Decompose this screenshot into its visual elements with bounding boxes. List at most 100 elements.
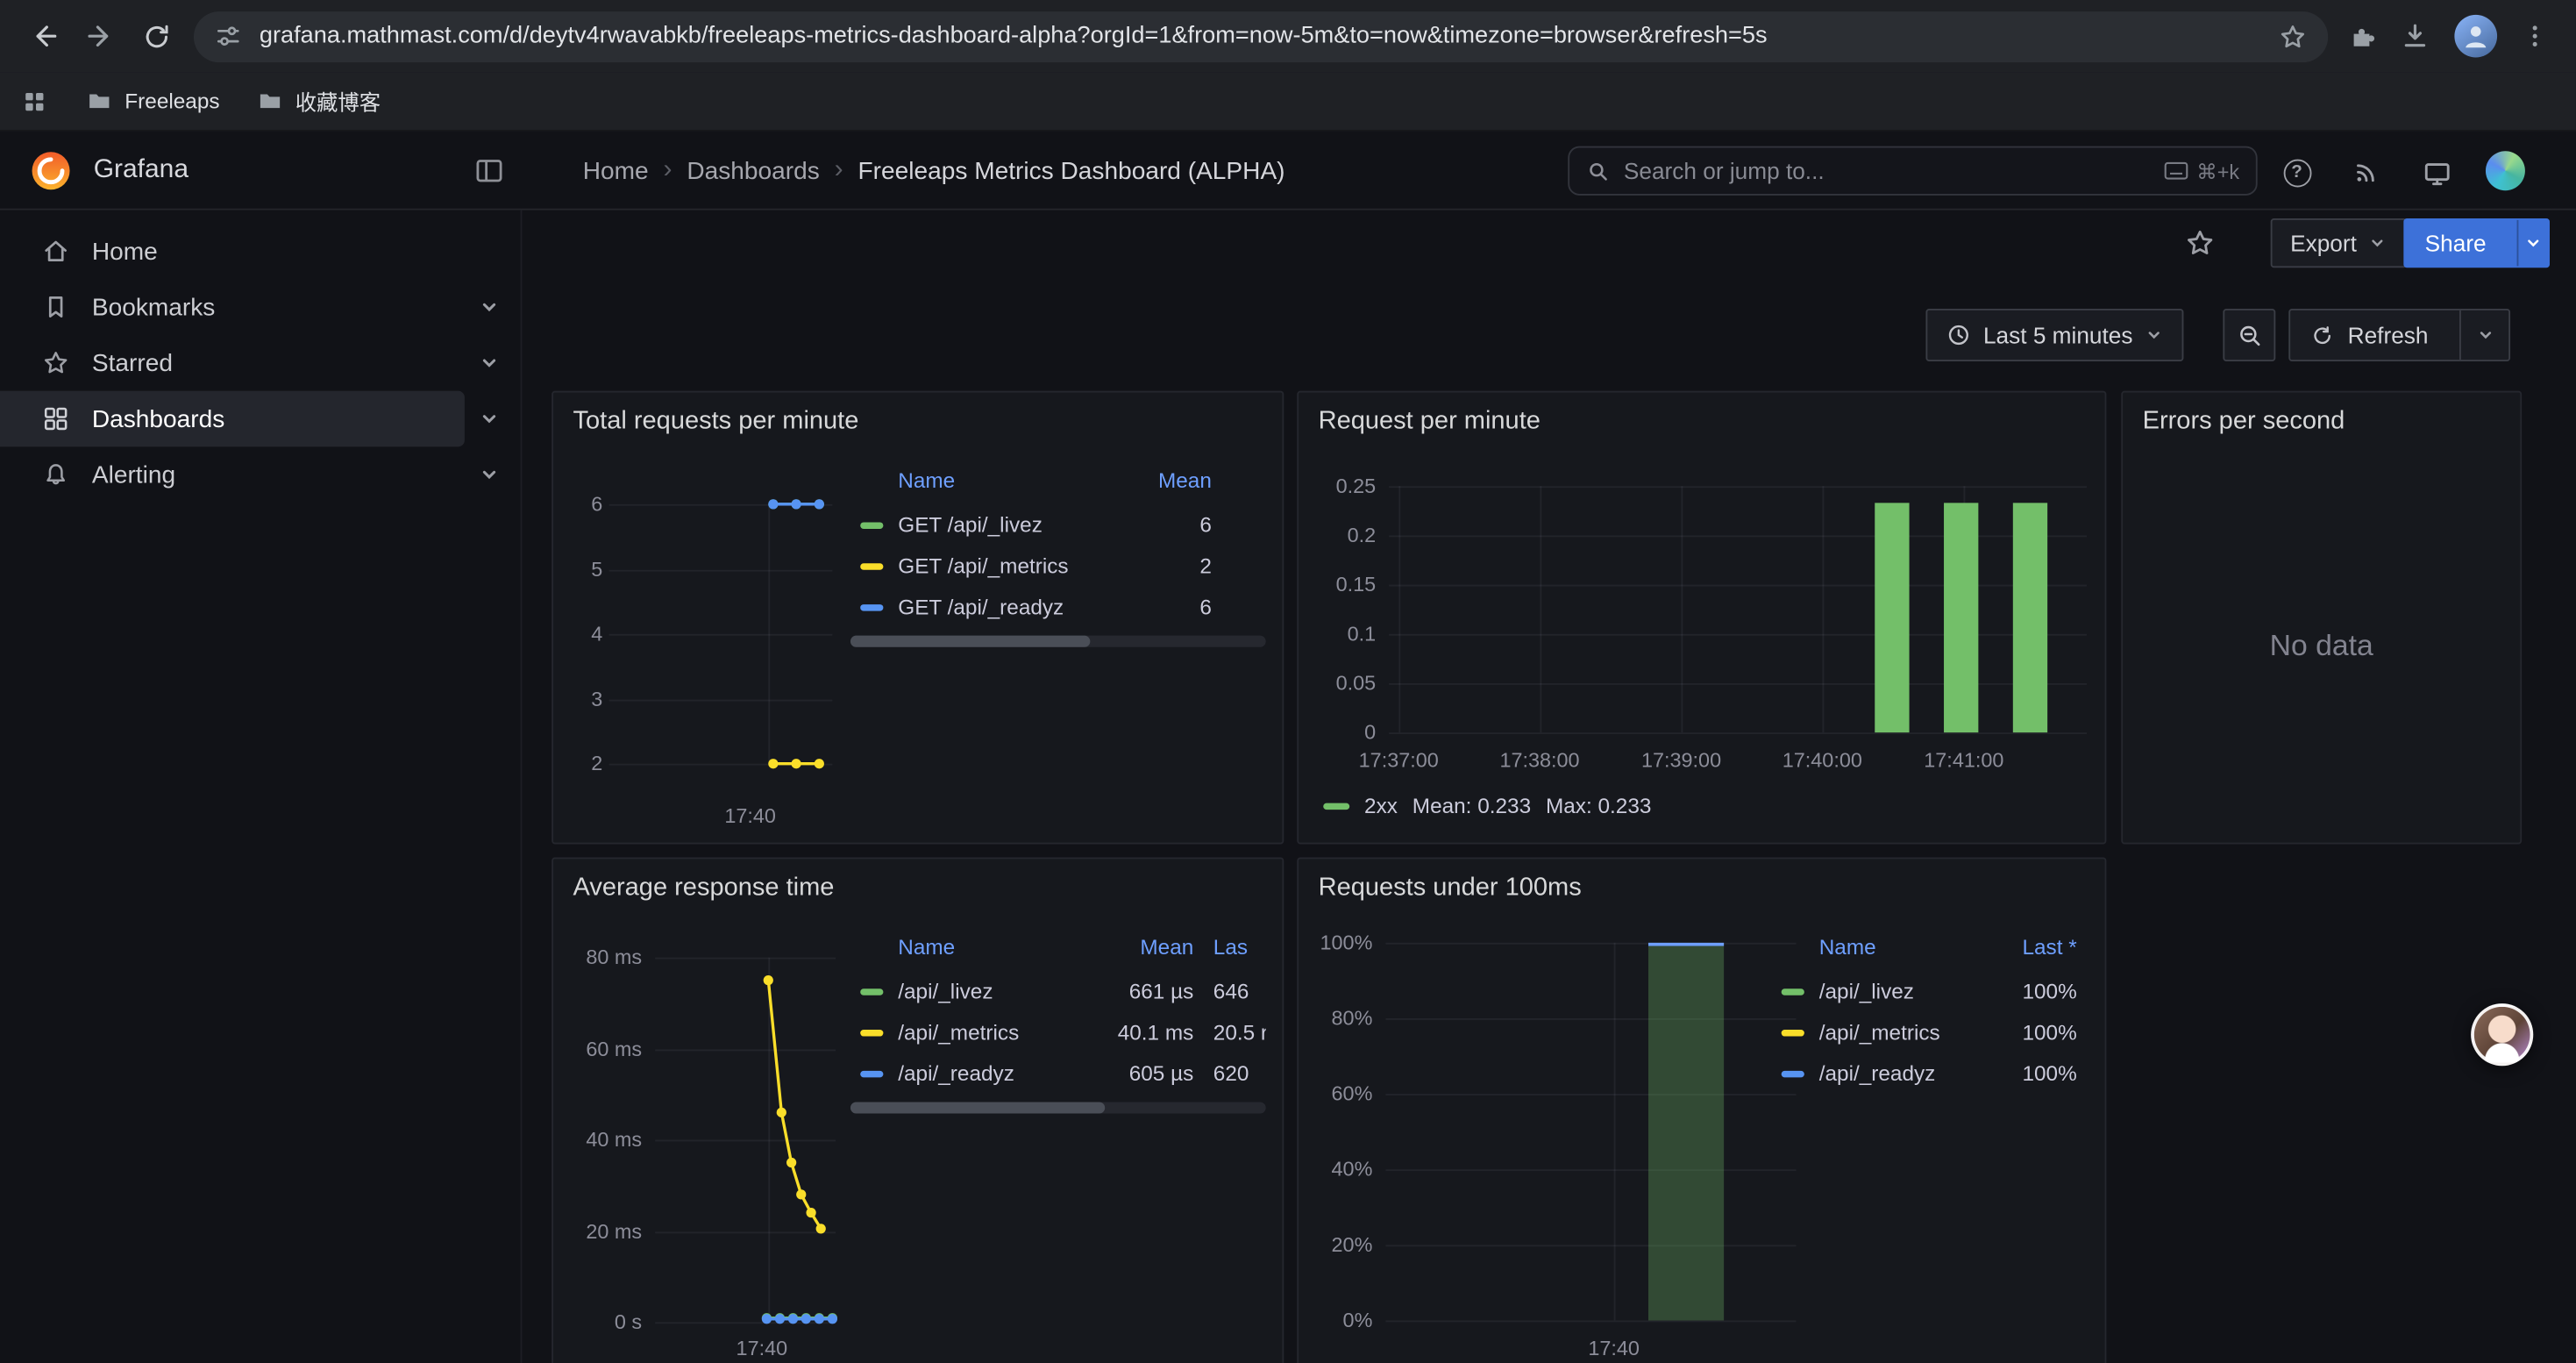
panel-title[interactable]: Total requests per minute xyxy=(573,407,859,437)
home-icon xyxy=(41,237,71,267)
breadcrumb-home[interactable]: Home xyxy=(583,157,649,185)
legend-series-name: Name xyxy=(1819,934,1998,959)
bar xyxy=(2013,503,2047,732)
bookmark-label: 收藏博客 xyxy=(295,85,381,117)
user-avatar[interactable] xyxy=(2486,151,2525,190)
browser-menu-icon[interactable] xyxy=(2520,21,2550,51)
legend-value: 100% xyxy=(1998,1020,2077,1045)
url-bar[interactable]: grafana.mathmast.com/d/deytv4rwavabkb/fr… xyxy=(194,11,2328,61)
chevron-down-icon[interactable] xyxy=(478,352,501,375)
legend-row[interactable]: GET /api/_livez6 xyxy=(850,504,1212,546)
panel-title[interactable]: Average response time xyxy=(573,874,835,903)
bookmark-star-icon[interactable] xyxy=(2277,20,2309,52)
floating-assistant-avatar[interactable] xyxy=(2471,1003,2533,1066)
scrollbar-thumb[interactable] xyxy=(850,1102,1105,1113)
legend-value: Mean xyxy=(1129,467,1212,492)
sidebar-item-starred[interactable]: Starred xyxy=(0,335,521,391)
legend-row[interactable]: /api/_metrics40.1 ms20.5 r xyxy=(850,1011,1266,1053)
legend-value: 2 xyxy=(1129,553,1212,578)
monitor-icon[interactable] xyxy=(2416,153,2456,192)
star-dashboard-icon[interactable] xyxy=(2183,226,2216,259)
reload-icon[interactable] xyxy=(128,8,184,64)
refresh-interval-dropdown[interactable] xyxy=(2459,310,2508,360)
extensions-icon[interactable] xyxy=(2345,20,2376,52)
refresh-icon xyxy=(2310,323,2335,347)
apps-grid-icon[interactable] xyxy=(19,86,49,116)
forward-icon[interactable] xyxy=(72,8,128,64)
legend-header-row: NameMeanLas xyxy=(850,928,1266,964)
share-button[interactable]: Share xyxy=(2403,218,2550,268)
legend-row[interactable]: /api/_livez100% xyxy=(1771,971,2076,1012)
back-icon[interactable] xyxy=(17,8,73,64)
downloads-icon[interactable] xyxy=(2399,19,2431,52)
time-range-label: Last 5 minutes xyxy=(1983,322,2133,348)
legend-row[interactable]: GET /api/_metrics2 xyxy=(850,546,1212,587)
legend-series-name: /api/_livez xyxy=(1819,979,1998,1003)
site-info-icon[interactable] xyxy=(213,21,243,51)
zoom-out-button[interactable] xyxy=(2223,309,2275,361)
dock-sidebar-icon[interactable] xyxy=(473,154,505,187)
legend-series-label[interactable]: 2xx xyxy=(1364,793,1398,817)
legend-series-name: GET /api/_metrics xyxy=(898,553,1129,578)
legend-scrollbar[interactable] xyxy=(850,636,1266,647)
legend-value: 6 xyxy=(1129,512,1212,537)
legend-table: NameMeanGET /api/_livez6GET /api/_metric… xyxy=(850,461,1212,627)
legend-max-value: Max: 0.233 xyxy=(1546,793,1651,817)
legend-value: 646 xyxy=(1213,979,1266,1003)
refresh-main[interactable]: Refresh xyxy=(2290,310,2448,360)
help-icon[interactable] xyxy=(2277,153,2316,192)
panel-title[interactable]: Request per minute xyxy=(1319,407,1541,437)
x-axis-tick-label: 17:37:00 xyxy=(1325,749,1473,774)
time-range-picker[interactable]: Last 5 minutes xyxy=(1925,309,2183,361)
search-input[interactable]: Search or jump to... ⌘+k xyxy=(1568,146,2257,196)
chevron-down-icon[interactable] xyxy=(478,296,501,318)
sidebar-item-dashboards[interactable]: Dashboards xyxy=(0,391,521,447)
refresh-button[interactable]: Refresh xyxy=(2288,309,2510,361)
clock-icon xyxy=(1946,322,1972,348)
series-color-dash xyxy=(860,603,883,610)
legend-row[interactable]: /api/_metrics100% xyxy=(1771,1011,2076,1053)
sideb-label: Dashboards xyxy=(92,405,224,433)
panel-title[interactable]: Requests under 100ms xyxy=(1319,874,1582,903)
chevron-down-icon xyxy=(2145,325,2164,345)
chevron-down-icon[interactable] xyxy=(478,463,501,486)
y-axis-tick-label: 0.2 xyxy=(1312,522,1376,548)
rss-icon[interactable] xyxy=(2346,153,2386,192)
sidebar-item-alerting[interactable]: Alerting xyxy=(0,446,521,503)
y-axis-tick-label: 0.1 xyxy=(1312,621,1376,647)
share-label[interactable]: Share xyxy=(2405,220,2506,266)
legend-row[interactable]: /api/_readyz100% xyxy=(1771,1053,2076,1094)
legend-row[interactable]: /api/_readyz605 µs620 xyxy=(850,1053,1266,1094)
grafana-logo[interactable] xyxy=(30,149,73,192)
bookmark-folder-blogs[interactable]: 收藏博客 xyxy=(256,85,381,117)
legend-scrollbar[interactable] xyxy=(850,1102,1266,1113)
export-button[interactable]: Export xyxy=(2271,218,2408,268)
sidebar-nav: Home Bookmarks Starred Dashboards xyxy=(0,211,522,1363)
legend-row[interactable]: GET /api/_readyz6 xyxy=(850,586,1212,627)
toolbar-right-icons xyxy=(2345,15,2559,58)
breadcrumb-dashboards[interactable]: Dashboards xyxy=(687,157,819,185)
bookmark-folder-freeleaps[interactable]: Freeleaps xyxy=(85,87,219,115)
url-text[interactable]: grafana.mathmast.com/d/deytv4rwavabkb/fr… xyxy=(260,23,2277,49)
sideb-label: Starred xyxy=(92,349,173,377)
panel-total-requests-per-minute: Total requests per minute 6543217:40 Nam… xyxy=(551,391,1284,845)
chevron-down-icon[interactable] xyxy=(478,407,501,430)
bookmark-label: Freeleaps xyxy=(125,89,219,113)
series-line xyxy=(768,981,821,1229)
scrollbar-thumb[interactable] xyxy=(850,636,1090,647)
panel-title[interactable]: Errors per second xyxy=(2143,407,2345,437)
chart-total-requests: 6543217:40 xyxy=(570,488,852,836)
bar xyxy=(1875,503,1909,732)
legend-series-name: Name xyxy=(898,467,1129,492)
grafana-header: Grafana Home › Dashboards › Freeleaps Me… xyxy=(0,132,2576,211)
chart-requests-under-100ms: 100%80%60%40%20%0%17:40 xyxy=(1312,938,1804,1363)
profile-avatar[interactable] xyxy=(2454,15,2497,58)
legend-row[interactable]: /api/_livez661 µs646 xyxy=(850,971,1266,1012)
sidebar-item-home[interactable]: Home xyxy=(0,224,521,280)
series-color-dash xyxy=(860,1029,883,1035)
legend-series-name: GET /api/_readyz xyxy=(898,595,1129,619)
sidebar-item-bookmarks[interactable]: Bookmarks xyxy=(0,279,521,335)
y-axis-tick-label: 0 xyxy=(1312,719,1376,746)
share-dropdown-icon[interactable] xyxy=(2517,220,2549,266)
panel-errors-per-second: Errors per second No data xyxy=(2121,391,2522,845)
